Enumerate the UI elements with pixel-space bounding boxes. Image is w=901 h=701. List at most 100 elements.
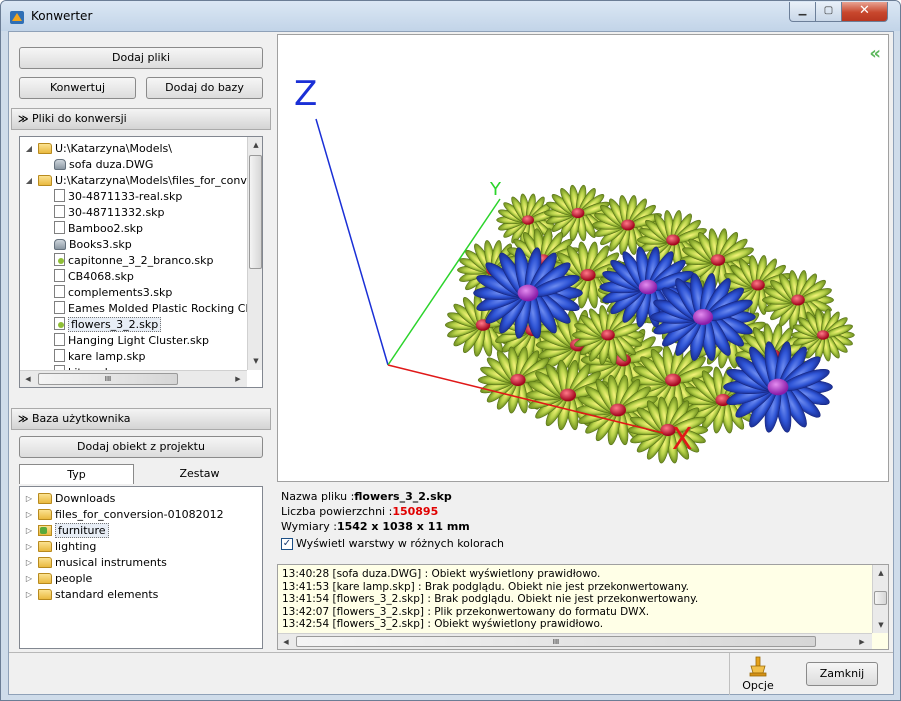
z-axis-label: Z (294, 74, 317, 114)
user-db-tree[interactable]: ▷ Downloads ▷ files_for_conversion-01082012… (19, 486, 263, 649)
options-label: Opcje (742, 679, 774, 692)
db-tree-item[interactable]: ▷ standard elements (24, 587, 158, 603)
close-button[interactable]: ✕ (841, 2, 888, 22)
scroll-up-arrow-icon[interactable]: ▲ (248, 137, 262, 153)
surfaces-row: Liczba powierzchni :150895 (281, 505, 438, 518)
expand-arrow-icon[interactable]: ◢ (24, 141, 34, 157)
log-vertical-scrollbar[interactable]: ▲ ▼ (872, 565, 888, 633)
db-tree-item[interactable]: ▷ furniture (24, 523, 109, 539)
user-db-section-header[interactable]: ≫ Baza użytkownika (11, 408, 271, 430)
scroll-down-arrow-icon[interactable]: ▼ (873, 617, 888, 633)
files-horizontal-scrollbar[interactable]: ◀ III ▶ (20, 370, 247, 387)
tree-item[interactable]: 30-4871133-real.skp (54, 189, 182, 205)
file-icon (54, 205, 65, 218)
tree-item-label: Books3.skp (69, 238, 132, 251)
expand-arrow-icon[interactable]: ▷ (24, 587, 34, 603)
tree-item[interactable]: sofa duza.DWG (54, 157, 153, 173)
db-tree-item-label: furniture (55, 523, 109, 538)
db-tree-item[interactable]: ▷ musical instruments (24, 555, 167, 571)
folder-icon (38, 143, 52, 154)
tree-item-label: U:\Katarzyna\Models\files_for_conver (55, 174, 259, 187)
scroll-right-arrow-icon[interactable]: ▶ (230, 371, 246, 387)
preview-file-icon (54, 317, 65, 330)
convert-button[interactable]: Konwertuj (19, 77, 136, 99)
flower-model (444, 184, 855, 464)
tree-item[interactable]: Bamboo2.skp (54, 221, 143, 237)
model-viewer[interactable]: Z Y X « (277, 34, 889, 482)
layers-color-checkbox[interactable]: ✓ (281, 538, 293, 550)
tree-item[interactable]: CB4068.skp (54, 269, 134, 285)
tree-item[interactable]: kare lamp.skp (54, 349, 146, 365)
tree-item[interactable]: complements3.skp (54, 285, 172, 301)
dimensions-value: 1542 x 1038 x 11 mm (336, 520, 470, 533)
db-tree-item[interactable]: ▷ Downloads (24, 491, 116, 507)
files-tree[interactable]: ◢ U:\Katarzyna\Models\ sofa duza.DWG ◢ U:\Ka… (19, 136, 263, 388)
db-tree-item-label: standard elements (55, 588, 159, 601)
add-files-button[interactable]: Dodaj pliki (19, 47, 263, 69)
file-icon (54, 301, 65, 314)
tree-item-label: capitonne_3_2_branco.skp (68, 254, 214, 267)
scroll-thumb[interactable] (874, 591, 887, 605)
db-tree-item-label: files_for_conversion-01082012 (55, 508, 224, 521)
title-bar[interactable]: Konwerter ▁ ▢ ✕ (1, 1, 900, 31)
collapse-panel-icon[interactable]: « (869, 43, 881, 64)
db-tree-item-label: musical instruments (55, 556, 167, 569)
options-button[interactable]: Opcje (736, 655, 780, 693)
expand-arrow-icon[interactable]: ▷ (24, 507, 34, 523)
folder-icon (38, 557, 52, 568)
expand-arrow-icon[interactable]: ◢ (24, 173, 34, 189)
tab-typ[interactable]: Typ (19, 464, 134, 484)
preview-file-icon (54, 253, 65, 266)
tree-item-label: Hanging Light Cluster.skp (68, 334, 210, 347)
expand-arrow-icon[interactable]: ▷ (24, 491, 34, 507)
files-vertical-scrollbar[interactable]: ▲ ▼ (247, 137, 262, 370)
tree-item[interactable]: flowers_3_2.skp (54, 317, 162, 333)
maximize-icon: ▢ (823, 5, 834, 16)
scroll-down-arrow-icon[interactable]: ▼ (248, 353, 262, 369)
tree-item-label: U:\Katarzyna\Models\ (55, 142, 172, 155)
scroll-right-arrow-icon[interactable]: ▶ (854, 634, 870, 649)
maximize-button[interactable]: ▢ (815, 2, 842, 22)
scroll-thumb[interactable] (249, 155, 262, 269)
expand-arrow-icon[interactable]: ▷ (24, 539, 34, 555)
tree-item[interactable]: Hanging Light Cluster.skp (54, 333, 209, 349)
scroll-thumb[interactable]: III (38, 373, 178, 385)
add-object-button[interactable]: Dodaj obiekt z projektu (19, 436, 263, 458)
db-tree-item-label: Downloads (55, 492, 116, 505)
files-section-header[interactable]: ≫ Pliki do konwersji (11, 108, 271, 130)
user-db-section-title: Baza użytkownika (32, 412, 131, 425)
z-axis-line (315, 118, 389, 366)
log-panel[interactable]: 13:40:28 [sofa duza.DWG] : Obiekt wyświe… (277, 564, 889, 650)
file-info-panel: Nazwa pliku :flowers_3_2.skp Liczba powi… (277, 482, 889, 556)
furniture-folder-icon (38, 525, 52, 536)
close-dialog-button[interactable]: Zamknij (806, 662, 878, 686)
viewport-canvas[interactable]: Z Y X (278, 35, 889, 482)
files-section-title: Pliki do konwersji (32, 112, 127, 125)
tab-zestaw[interactable]: Zestaw (136, 464, 263, 484)
folder-icon (38, 175, 52, 186)
dwg-file-icon (54, 239, 66, 250)
add-to-db-button[interactable]: Dodaj do bazy (146, 77, 263, 99)
scroll-up-arrow-icon[interactable]: ▲ (873, 565, 888, 581)
scroll-left-arrow-icon[interactable]: ◀ (278, 634, 294, 649)
scroll-thumb[interactable]: III (296, 636, 816, 647)
db-tree-item[interactable]: ▷ people (24, 571, 92, 587)
expand-arrow-icon[interactable]: ▷ (24, 571, 34, 587)
tree-item[interactable]: ◢ U:\Katarzyna\Models\files_for_conver (24, 173, 258, 189)
db-tree-item[interactable]: ▷ files_for_conversion-01082012 (24, 507, 224, 523)
tree-item[interactable]: Eames Molded Plastic Rocking Chai (54, 301, 262, 317)
minimize-button[interactable]: ▁ (789, 2, 816, 22)
expand-arrow-icon[interactable]: ▷ (24, 523, 34, 539)
file-icon (54, 189, 65, 202)
tree-item[interactable]: capitonne_3_2_branco.skp (54, 253, 213, 269)
scroll-left-arrow-icon[interactable]: ◀ (20, 371, 36, 387)
tree-item-label: Eames Molded Plastic Rocking Chai (68, 302, 263, 315)
tree-item[interactable]: Books3.skp (54, 237, 132, 253)
layers-color-label[interactable]: Wyświetl warstwy w różnych kolorach (296, 537, 504, 550)
db-tree-item[interactable]: ▷ lighting (24, 539, 96, 555)
collapse-chevron-icon: ≫ (18, 414, 29, 425)
log-horizontal-scrollbar[interactable]: ◀ III ▶ (278, 633, 872, 649)
expand-arrow-icon[interactable]: ▷ (24, 555, 34, 571)
tree-item[interactable]: ◢ U:\Katarzyna\Models\ (24, 141, 172, 157)
tree-item[interactable]: 30-48711332.skp (54, 205, 165, 221)
